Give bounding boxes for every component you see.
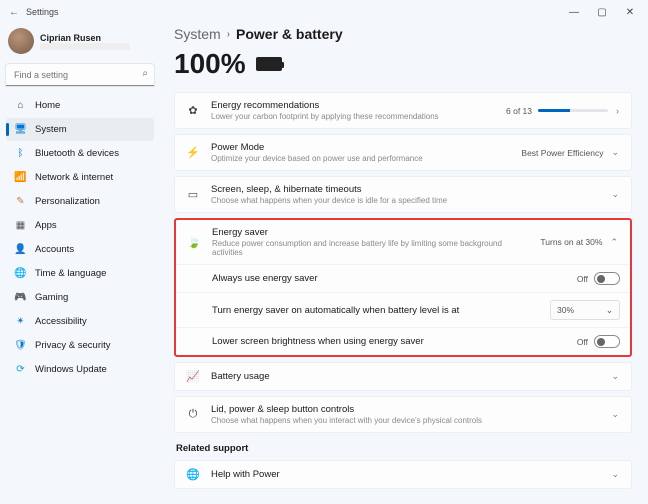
sidebar-item-accounts[interactable]: 👤Accounts <box>6 238 154 261</box>
gaming-icon: 🎮 <box>14 291 27 304</box>
always-energy-saver-row: Always use energy saver Off <box>176 264 630 292</box>
card-energy-recommendations[interactable]: ✿ Energy recommendations Lower your carb… <box>174 92 632 129</box>
chevron-down-icon: ⌄ <box>609 189 621 200</box>
maximize-icon[interactable]: ▢ <box>588 2 616 22</box>
card-screen-sleep[interactable]: ▭ Screen, sleep, & hibernate timeouts Ch… <box>174 176 632 213</box>
avatar <box>8 28 34 54</box>
home-icon: ⌂ <box>14 99 27 112</box>
auto-energy-saver-row: Turn energy saver on automatically when … <box>176 292 630 327</box>
close-icon[interactable]: ✕ <box>616 2 644 22</box>
shield-icon: 🛡 <box>14 339 27 352</box>
sidebar-item-accessibility[interactable]: ✴Accessibility <box>6 310 154 333</box>
card-power-mode[interactable]: ⚡ Power Mode Optimize your device based … <box>174 134 632 171</box>
breadcrumb-parent[interactable]: System <box>174 26 221 42</box>
always-energy-saver-toggle[interactable] <box>594 272 620 285</box>
power-button-icon: ⏻ <box>185 408 201 421</box>
sidebar-item-bluetooth[interactable]: ᛒBluetooth & devices <box>6 142 154 165</box>
chevron-down-icon: ⌄ <box>609 469 621 480</box>
sidebar-item-time[interactable]: 🌐Time & language <box>6 262 154 285</box>
update-icon: ⟳ <box>14 363 27 376</box>
lower-brightness-toggle[interactable] <box>594 335 620 348</box>
chevron-down-icon: ⌄ <box>609 409 621 420</box>
apps-icon: ▦ <box>14 219 27 232</box>
battery-status: 100% <box>174 48 632 80</box>
power-mode-value: Best Power Efficiency <box>521 148 603 158</box>
lower-brightness-row: Lower screen brightness when using energ… <box>176 327 630 355</box>
breadcrumb: System › Power & battery <box>174 26 632 42</box>
main-content: System › Power & battery 100% ✿ Energy r… <box>160 24 648 504</box>
chevron-right-icon: › <box>227 29 230 40</box>
leaf-icon: ✿ <box>185 104 201 117</box>
help-icon: 🌐 <box>185 468 201 481</box>
globe-icon: 🌐 <box>14 267 27 280</box>
profile[interactable]: Ciprian Rusen <box>6 24 154 62</box>
related-support-heading: Related support <box>176 443 632 454</box>
sidebar-item-network[interactable]: 📶Network & internet <box>6 166 154 189</box>
energy-rec-progress <box>538 109 608 112</box>
title-bar: ← Settings — ▢ ✕ <box>0 0 648 24</box>
wifi-icon: 📶 <box>14 171 27 184</box>
chevron-down-icon: ⌄ <box>609 371 621 382</box>
card-lid-power[interactable]: ⏻ Lid, power & sleep button controls Cho… <box>174 396 632 433</box>
sidebar-item-personalization[interactable]: ✎Personalization <box>6 190 154 213</box>
nav: ⌂Home 🖥System ᛒBluetooth & devices 📶Netw… <box>6 94 154 381</box>
sidebar-item-home[interactable]: ⌂Home <box>6 94 154 117</box>
accessibility-icon: ✴ <box>14 315 27 328</box>
brush-icon: ✎ <box>14 195 27 208</box>
sidebar: Ciprian Rusen ⌕ ⌂Home 🖥System ᛒBluetooth… <box>0 24 160 504</box>
sidebar-item-privacy[interactable]: 🛡Privacy & security <box>6 334 154 357</box>
screen-icon: ▭ <box>185 188 201 201</box>
search-icon: ⌕ <box>142 68 148 79</box>
search-input[interactable] <box>6 64 154 86</box>
sidebar-item-update[interactable]: ⟳Windows Update <box>6 358 154 381</box>
card-energy-saver: 🍃 Energy saver Reduce power consumption … <box>174 218 632 357</box>
leaf-energy-icon: 🍃 <box>186 236 202 249</box>
back-icon[interactable]: ← <box>4 7 24 18</box>
energy-saver-header[interactable]: 🍃 Energy saver Reduce power consumption … <box>176 220 630 264</box>
profile-name: Ciprian Rusen <box>40 33 130 43</box>
bluetooth-icon: ᛒ <box>14 147 27 160</box>
auto-threshold-select[interactable]: 30% ⌄ <box>550 300 620 320</box>
window-title: Settings <box>26 7 59 17</box>
system-icon: 🖥 <box>14 123 27 136</box>
chart-icon: 📈 <box>185 370 201 383</box>
battery-percent: 100% <box>174 48 246 80</box>
chevron-down-icon: ⌄ <box>609 147 621 158</box>
energy-saver-status: Turns on at 30% <box>540 237 602 247</box>
power-icon: ⚡ <box>185 146 201 159</box>
card-help-power[interactable]: 🌐 Help with Power ⌄ <box>174 460 632 489</box>
minimize-icon[interactable]: — <box>560 2 588 22</box>
battery-icon <box>256 57 282 71</box>
card-battery-usage[interactable]: 📈 Battery usage ⌄ <box>174 362 632 391</box>
chevron-up-icon: ⌃ <box>608 237 620 248</box>
energy-rec-count: 6 of 13 <box>506 106 532 116</box>
sidebar-item-gaming[interactable]: 🎮Gaming <box>6 286 154 309</box>
sidebar-item-system[interactable]: 🖥System <box>6 118 154 141</box>
sidebar-item-apps[interactable]: ▦Apps <box>6 214 154 237</box>
search-box[interactable]: ⌕ <box>6 64 154 86</box>
chevron-down-icon: ⌄ <box>606 305 613 316</box>
profile-email <box>40 43 130 50</box>
person-icon: 👤 <box>14 243 27 256</box>
page-title: Power & battery <box>236 26 343 42</box>
chevron-right-icon: › <box>614 106 621 116</box>
